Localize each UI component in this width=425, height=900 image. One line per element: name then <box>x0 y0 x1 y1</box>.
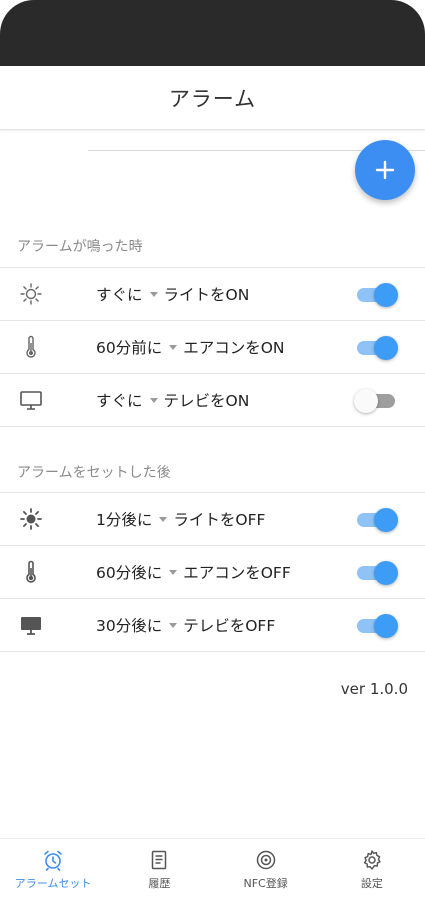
nav-label: 設定 <box>360 876 383 890</box>
timing-label: 1分後に <box>96 511 153 529</box>
thermometer-icon <box>17 558 45 586</box>
timing-dropdown[interactable]: 1分後に ライトをOFF <box>96 508 265 530</box>
thermometer-icon <box>17 333 45 361</box>
section-header-after-set: アラームをセットした後 <box>17 465 171 481</box>
tv-icon <box>17 386 45 414</box>
timing-label: 60分後に <box>96 564 163 582</box>
nav-item-nfc[interactable]: NFC登録 <box>213 839 319 900</box>
nav-item-history[interactable]: 履歴 <box>106 839 212 900</box>
timing-dropdown[interactable]: 30分後に テレビをOFF <box>96 614 275 636</box>
ringing-action-list: すぐに ライトをON 60分前に エアコンをON すぐに テレビをON <box>0 267 425 427</box>
list-item: すぐに テレビをON <box>0 374 425 427</box>
timing-dropdown[interactable]: すぐに テレビをON <box>96 389 249 411</box>
status-bar <box>0 0 425 66</box>
timing-dropdown[interactable]: すぐに ライトをON <box>96 283 249 305</box>
bottom-nav: アラームセット 履歴 NFC登録 設定 <box>0 838 425 900</box>
list-item: 1分後に ライトをOFF <box>0 493 425 546</box>
history-icon <box>152 850 167 869</box>
version-label: ver 1.0.0 <box>340 680 408 698</box>
dropdown-caret-icon <box>159 516 168 522</box>
nfc-icon <box>256 850 275 869</box>
timing-label: 30分後に <box>96 617 163 635</box>
sun-outline-icon <box>17 280 45 308</box>
page-title: アラーム <box>168 86 257 111</box>
nav-label: 履歴 <box>148 876 171 890</box>
list-item: 60分後に エアコンをOFF <box>0 546 425 599</box>
aircon-off-toggle[interactable] <box>357 561 398 585</box>
timing-label: すぐに <box>96 392 143 410</box>
light-on-toggle[interactable] <box>357 283 398 307</box>
tv-filled-icon <box>17 611 45 639</box>
list-item: すぐに ライトをON <box>0 268 425 321</box>
timing-dropdown[interactable]: 60分後に エアコンをOFF <box>96 561 291 583</box>
dropdown-caret-icon <box>149 291 158 297</box>
dropdown-caret-icon <box>169 622 178 628</box>
timing-dropdown[interactable]: 60分前に エアコンをON <box>96 336 285 358</box>
dropdown-caret-icon <box>169 569 178 575</box>
gear-icon <box>363 849 381 870</box>
action-label: エアコンをON <box>183 339 285 357</box>
section-header-ringing: アラームが鳴った時 <box>17 239 143 255</box>
nav-label: アラームセット <box>14 876 92 890</box>
sun-filled-icon <box>17 505 45 533</box>
nav-label: NFC登録 <box>243 876 288 890</box>
list-item: 60分前に エアコンをON <box>0 321 425 374</box>
after-set-action-list: 1分後に ライトをOFF 60分後に エアコンをOFF 30分後に テレビをOFF <box>0 492 425 652</box>
alarm-clock-icon <box>44 850 62 871</box>
nav-item-settings[interactable]: 設定 <box>319 839 425 900</box>
light-off-toggle[interactable] <box>357 508 398 532</box>
dropdown-caret-icon <box>149 397 158 403</box>
timing-label: すぐに <box>96 286 143 304</box>
action-label: ライトをON <box>163 286 250 304</box>
nav-item-alarm-set[interactable]: アラームセット <box>0 839 106 900</box>
dropdown-caret-icon <box>169 344 178 350</box>
plus-icon <box>375 160 395 180</box>
timing-label: 60分前に <box>96 339 163 357</box>
tv-off-toggle[interactable] <box>357 614 398 638</box>
add-alarm-button[interactable] <box>355 140 415 200</box>
aircon-on-toggle[interactable] <box>357 336 398 360</box>
tv-on-toggle[interactable] <box>354 389 395 413</box>
list-item: 30分後に テレビをOFF <box>0 599 425 652</box>
action-label: テレビをOFF <box>183 617 276 635</box>
action-label: ライトをOFF <box>173 511 266 529</box>
action-label: エアコンをOFF <box>183 564 291 582</box>
app-bar: アラーム <box>0 66 425 130</box>
action-label: テレビをON <box>163 392 250 410</box>
